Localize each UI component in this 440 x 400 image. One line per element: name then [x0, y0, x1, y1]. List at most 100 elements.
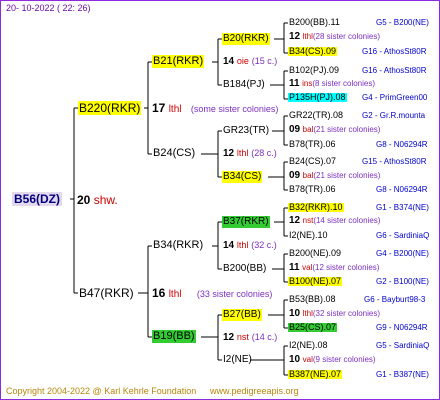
gen5-loc-23: G1 - B387(NE) — [376, 370, 429, 379]
gen5-suffix-19: lthl — [302, 309, 313, 318]
gen5-node-20[interactable]: B25(CS).07 — [288, 323, 338, 332]
gen5-loc-3: G16 - AthosSt80R — [362, 66, 427, 75]
gen5-loc-6: G2 - Gr.R.mounta — [362, 111, 426, 120]
root-queen-id[interactable]: B56(DZ) — [12, 192, 63, 206]
gen5-meta-1: 12 lthl(28 sister colonies) — [288, 32, 381, 42]
gen4-meta-7: 14 lthl (32 c.) — [222, 240, 278, 252]
gen5-note-7: (21 sister colonies) — [313, 125, 381, 134]
gen5-num-7: 09 — [289, 124, 301, 135]
gen5-meta-7: 09 bal(21 sister colonies) — [288, 125, 381, 135]
gen5-node-21[interactable]: I2(NE).08 — [288, 341, 329, 350]
gen2-note-0: (some sister colonies) — [190, 104, 279, 114]
root-meta: 20 shw. — [76, 193, 119, 207]
gen5-note-1: (28 sister colonies) — [312, 32, 381, 41]
gen5-node-17[interactable]: B100(NE).07 — [288, 277, 343, 286]
gen5-note-13: (14 sister colonies) — [313, 216, 381, 225]
gen5-node-23[interactable]: B387(NE).07 — [288, 370, 343, 379]
gen5-node-3[interactable]: B102(PJ).09 — [288, 66, 340, 75]
gen5-loc-17: G2 - B100(NE) — [376, 277, 429, 286]
gen4-meta-4: 12 lthl (28 c.) — [222, 148, 278, 160]
gen3-node-1[interactable]: B24(CS) — [152, 147, 196, 160]
gen5-loc-9: G15 - AthosSt80R — [362, 157, 427, 166]
gen5-meta-16: 11 val(12 sister colonies) — [288, 263, 380, 273]
footer-site-link[interactable]: www.pedigreeapis.org — [210, 387, 299, 396]
gen5-loc-15: G4 - B200(NE) — [376, 249, 429, 258]
gen4-node-2[interactable]: B184(PJ) — [222, 79, 266, 91]
gen5-node-14[interactable]: I2(NE).10 — [288, 231, 329, 240]
gen5-node-15[interactable]: B200(NE).09 — [288, 249, 342, 258]
gen4-node-5[interactable]: B34(CS) — [222, 171, 263, 183]
gen5-loc-12: G1 - B374(NE) — [376, 203, 429, 212]
gen5-node-9[interactable]: B24(CS).07 — [288, 157, 337, 166]
gen5-num-16: 11 — [289, 262, 300, 273]
gen5-node-5[interactable]: P135H(PJ).08 — [288, 93, 347, 102]
gen5-num-13: 12 — [289, 215, 301, 226]
gen5-note-10: (21 sister colonies) — [313, 171, 381, 180]
gen5-num-19: 10 — [289, 308, 301, 319]
gen5-loc-21: G5 - SardiniaQ — [376, 341, 430, 350]
gen5-suffix-10: bal — [302, 171, 314, 180]
gen5-suffix-7: bal — [302, 125, 314, 134]
gen5-loc-5: G4 - PrimGreen00 — [362, 93, 428, 102]
gen5-node-2[interactable]: B34(CS).09 — [288, 47, 338, 56]
gen5-node-8[interactable]: B78(TR).06 — [288, 140, 337, 149]
gen4-note-4: (28 c.) — [251, 148, 277, 158]
gen5-num-4: 11 — [289, 78, 300, 89]
gen5-note-16: (12 sister colonies) — [312, 263, 380, 272]
root-num: 20 — [77, 193, 91, 207]
gen2-num-1: 16 — [152, 286, 166, 300]
gen5-meta-22: 10 val(9 sister colonies) — [288, 355, 377, 365]
gen4-node-8[interactable]: B200(BB) — [222, 263, 267, 275]
gen5-loc-2: G16 - AthosSt80R — [362, 47, 427, 56]
gen5-node-6[interactable]: GR22(TR).08 — [288, 111, 344, 120]
gen4-note-7: (32 c.) — [251, 240, 277, 250]
gen2-suffix-1: lthl — [168, 289, 182, 300]
gen4-node-11[interactable]: I2(NE) — [222, 354, 253, 366]
gen4-node-6[interactable]: B37(RKR) — [222, 216, 270, 228]
gen4-suffix-4: lthl — [236, 148, 249, 158]
gen5-meta-4: 11 ins(8 sister colonies) — [288, 79, 376, 89]
gen4-num-1: 14 — [223, 56, 235, 67]
gen4-note-1: (15 c.) — [251, 56, 278, 66]
footer-copyright: Copyright 2004-2022 @ Karl Kehrle Founda… — [6, 386, 197, 396]
gen4-meta-1: 14 oie (15 c.) — [222, 56, 278, 68]
gen5-loc-14: G6 - SardiniaQ — [376, 231, 430, 240]
gen5-node-12[interactable]: B32(RKR).10 — [288, 203, 344, 212]
gen5-note-19: (32 sister colonies) — [312, 309, 381, 318]
gen4-node-0[interactable]: B20(RKR) — [222, 33, 270, 45]
gen5-meta-10: 09 bal(21 sister colonies) — [288, 171, 381, 181]
gen5-note-22: (9 sister colonies) — [312, 355, 376, 364]
report-date: 20- 10-2022 ( 22: 26) — [6, 3, 91, 13]
gen4-num-10: 12 — [223, 332, 235, 343]
gen2-node-1[interactable]: B47(RKR) — [78, 286, 135, 300]
gen3-node-0[interactable]: B21(RKR) — [152, 55, 205, 68]
gen5-num-22: 10 — [289, 354, 301, 365]
gen2-node-0[interactable]: B220(RKR) — [78, 101, 142, 115]
pedigree-connector-lines — [70, 22, 288, 376]
gen2-num-0: 17 — [152, 101, 166, 115]
gen5-suffix-22: val — [302, 355, 313, 364]
gen5-num-1: 12 — [289, 31, 301, 42]
gen3-node-3[interactable]: B19(BB) — [152, 330, 196, 343]
gen4-node-9[interactable]: B27(BB) — [222, 309, 262, 321]
gen4-suffix-1: oie — [236, 56, 249, 66]
gen3-node-2[interactable]: B34(RKR) — [152, 239, 204, 252]
gen5-suffix-4: ins — [302, 79, 313, 88]
gen5-meta-13: 12 nst(14 sister colonies) — [288, 216, 381, 226]
gen5-note-4: (8 sister colonies) — [312, 79, 376, 88]
gen5-meta-19: 10 lthl(32 sister colonies) — [288, 309, 381, 319]
gen5-node-11[interactable]: B78(TR).06 — [288, 185, 337, 194]
gen5-node-0[interactable]: B200(BB).11 — [288, 18, 341, 27]
gen5-loc-0: G5 - B200(NE) — [376, 18, 429, 27]
root-note: shw. — [93, 193, 118, 207]
gen4-node-3[interactable]: GR23(TR) — [222, 125, 270, 137]
gen5-loc-8: G8 - N06294R — [376, 140, 428, 149]
gen5-loc-18: G6 - Bayburt98-3 — [364, 295, 426, 304]
gen2-note-1: (33 sister colonies) — [196, 289, 273, 299]
gen5-node-18[interactable]: B53(BB).08 — [288, 295, 337, 304]
gen2-suffix-0: lthl — [168, 104, 182, 115]
gen5-num-10: 09 — [289, 170, 301, 181]
gen5-suffix-13: nst — [302, 216, 314, 225]
gen4-meta-10: 12 nst (14 c.) — [222, 332, 278, 344]
gen5-loc-11: G8 - N06294R — [376, 185, 428, 194]
